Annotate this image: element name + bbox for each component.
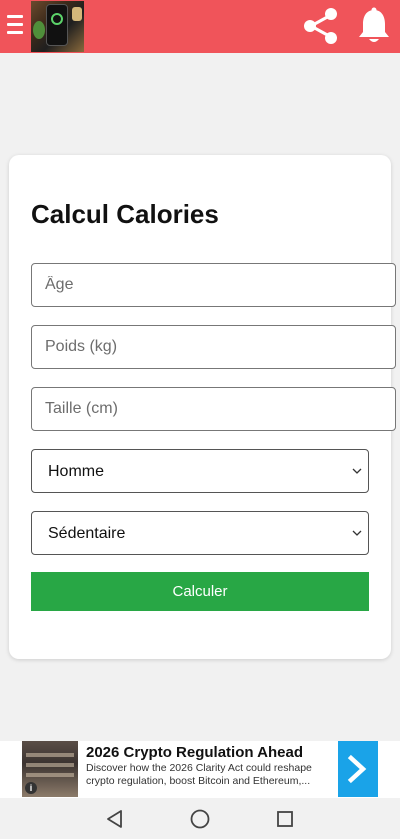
form-title: Calcul Calories [31, 199, 219, 229]
activity-select-value: Sédentaire [48, 525, 126, 542]
back-triangle-icon[interactable] [104, 808, 126, 830]
bell-icon[interactable] [355, 6, 393, 46]
ad-description[interactable]: Discover how the 2026 Clarity Act could … [86, 762, 332, 788]
system-nav-bar [0, 799, 400, 839]
share-icon[interactable] [300, 6, 340, 46]
ad-info-icon[interactable]: i [25, 782, 37, 794]
calculate-button[interactable]: Calculer [31, 572, 369, 611]
height-input[interactable] [31, 387, 396, 431]
hamburger-menu-icon[interactable] [7, 15, 23, 36]
ad-image[interactable]: i [22, 741, 78, 797]
chevron-down-icon [352, 530, 362, 536]
weight-input[interactable] [31, 325, 396, 369]
app-logo-image [31, 1, 84, 52]
chevron-down-icon [352, 468, 362, 474]
gender-select-value: Homme [48, 463, 105, 480]
calorie-form-card: Calcul Calories Homme Sédentaire Calcule… [9, 155, 396, 659]
recents-square-icon[interactable] [274, 808, 296, 830]
activity-select[interactable]: Sédentaire [31, 511, 369, 555]
age-input[interactable] [31, 263, 396, 307]
gender-select[interactable]: Homme [31, 449, 369, 493]
ad-arrow-icon[interactable] [338, 741, 378, 797]
home-circle-icon[interactable] [189, 808, 211, 830]
app-header [0, 0, 400, 53]
ad-banner[interactable]: i 2026 Crypto Regulation Ahead Discover … [0, 741, 400, 798]
ad-title[interactable]: 2026 Crypto Regulation Ahead [86, 744, 303, 761]
